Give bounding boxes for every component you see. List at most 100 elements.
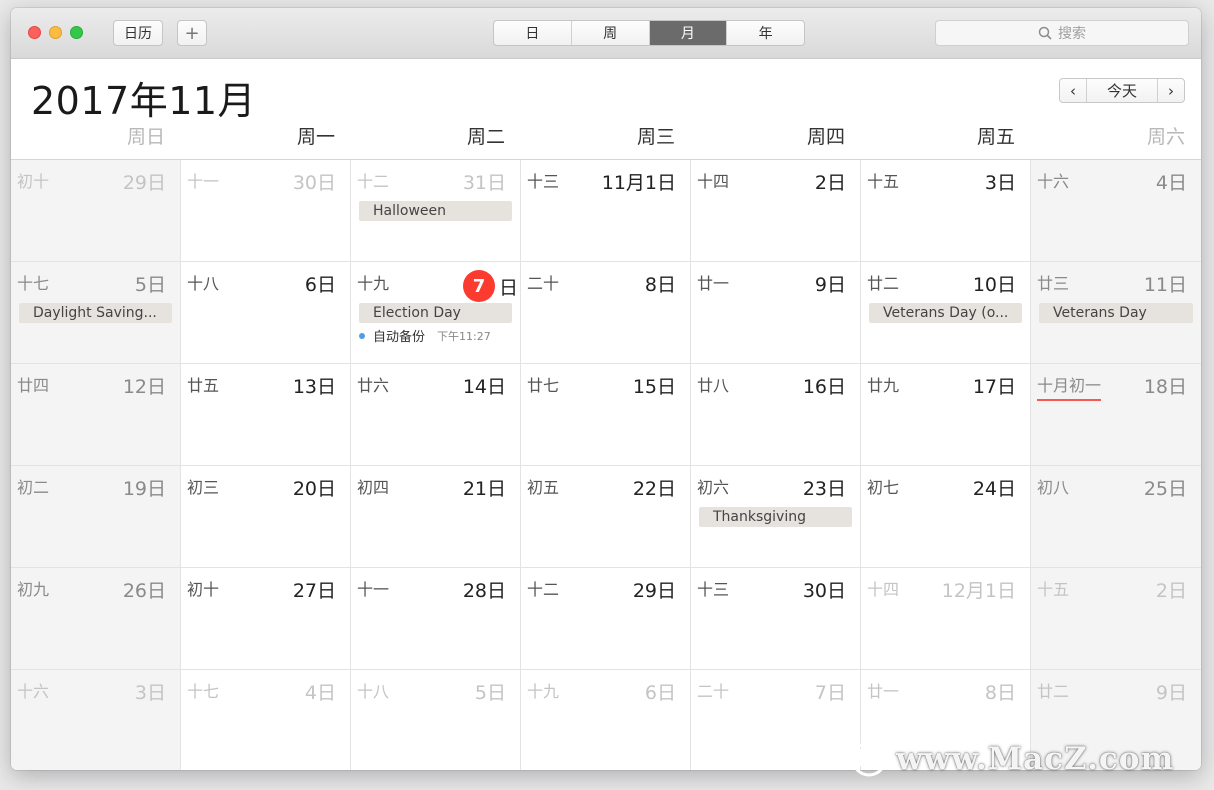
lunar-date: 初八	[1037, 478, 1070, 497]
previous-month-button[interactable]: ‹	[1060, 79, 1086, 102]
timed-event[interactable]: 自动备份 下午11:27	[359, 326, 491, 345]
lunar-date: 廿二	[1037, 682, 1070, 701]
lunar-date: 初二	[17, 478, 50, 497]
day-cell[interactable]: 十四 2日	[691, 160, 861, 262]
day-number: 14日	[462, 376, 506, 398]
day-number: 19日	[122, 478, 166, 500]
day-number: 22日	[632, 478, 676, 500]
lunar-date: 初三	[187, 478, 220, 497]
day-number: 25日	[1143, 478, 1187, 500]
day-cell[interactable]: 廿六 14日	[351, 364, 521, 466]
all-day-event[interactable]: Halloween	[359, 201, 512, 221]
day-cell[interactable]: 廿五 13日	[181, 364, 351, 466]
day-cell[interactable]: 廿七 15日	[521, 364, 691, 466]
calendars-button[interactable]: 日历	[113, 20, 163, 46]
day-number: 7日	[462, 270, 518, 302]
day-number: 29日	[122, 172, 166, 194]
day-cell[interactable]: 廿九 17日	[861, 364, 1031, 466]
day-cell[interactable]: 十月初一 18日	[1031, 364, 1201, 466]
day-cell[interactable]: 廿一 9日	[691, 262, 861, 364]
add-event-button[interactable]: +	[177, 20, 207, 46]
day-cell[interactable]: 十七 4日	[181, 670, 351, 770]
all-day-event[interactable]: Veterans Day	[1039, 303, 1193, 323]
day-cell[interactable]: 初十 27日	[181, 568, 351, 670]
day-cell[interactable]: 初七 24日	[861, 466, 1031, 568]
day-cell[interactable]: 十一 28日	[351, 568, 521, 670]
search-field[interactable]: 搜索	[935, 20, 1189, 46]
next-month-button[interactable]: ›	[1158, 79, 1184, 102]
day-cell[interactable]: 十五 3日	[861, 160, 1031, 262]
weekday-header: 周日 周一 周二 周三 周四 周五 周六	[11, 122, 1201, 158]
all-day-event[interactable]: Veterans Day (o...	[869, 303, 1022, 323]
day-cell[interactable]: 廿四 12日	[11, 364, 181, 466]
day-cell[interactable]: 十三 11月1日	[521, 160, 691, 262]
today-button[interactable]: 今天	[1086, 79, 1158, 102]
day-number: 15日	[632, 376, 676, 398]
lunar-date: 初六	[697, 478, 730, 497]
day-number: 9日	[1155, 682, 1187, 704]
day-cell[interactable]: 廿三 11日 Veterans Day	[1031, 262, 1201, 364]
day-cell[interactable]: 二十 8日	[521, 262, 691, 364]
lunar-date: 廿五	[187, 376, 220, 395]
macz-logo-icon	[851, 741, 887, 777]
day-cell[interactable]: 初四 21日	[351, 466, 521, 568]
lunar-date: 初九	[17, 580, 50, 599]
day-cell[interactable]: 初九 26日	[11, 568, 181, 670]
day-number: 24日	[972, 478, 1016, 500]
day-cell[interactable]: 十六 4日	[1031, 160, 1201, 262]
minimize-window-button[interactable]	[49, 26, 62, 39]
day-number: 4日	[1155, 172, 1187, 194]
view-tab-2[interactable]: 月	[649, 21, 728, 45]
day-number: 4日	[304, 682, 336, 704]
day-cell[interactable]: 二十 7日	[691, 670, 861, 770]
day-cell[interactable]: 十七 5日 Daylight Saving...	[11, 262, 181, 364]
day-cell[interactable]: 十九 6日	[521, 670, 691, 770]
day-suffix: 日	[498, 276, 518, 299]
day-cell[interactable]: 初八 25日	[1031, 466, 1201, 568]
day-cell[interactable]: 十八 6日	[181, 262, 351, 364]
zoom-window-button[interactable]	[70, 26, 83, 39]
all-day-event[interactable]: Thanksgiving	[699, 507, 852, 527]
day-cell[interactable]: 初五 22日	[521, 466, 691, 568]
weekday-label: 周六	[1146, 126, 1185, 148]
day-number: 13日	[292, 376, 336, 398]
view-tab-1[interactable]: 周	[572, 21, 650, 45]
day-number: 2日	[814, 172, 846, 194]
lunar-date: 廿一	[867, 682, 900, 701]
day-number: 29日	[632, 580, 676, 602]
month-grid: 初十 29日 十一 30日 十二 31日 Halloween 十三 11月1日 十四 2日 十五 3日十…	[11, 159, 1201, 770]
view-tab-0[interactable]: 日	[494, 21, 572, 45]
day-number: 5日	[474, 682, 506, 704]
search-icon	[1038, 26, 1052, 40]
day-cell[interactable]: 初十 29日	[11, 160, 181, 262]
day-cell[interactable]: 十三 30日	[691, 568, 861, 670]
lunar-date: 十八	[357, 682, 390, 701]
day-number: 2日	[1155, 580, 1187, 602]
day-cell[interactable]: 十八 5日	[351, 670, 521, 770]
day-cell[interactable]: 初六 23日 Thanksgiving	[691, 466, 861, 568]
lunar-date: 初十	[187, 580, 220, 599]
day-cell[interactable]: 十二 31日 Halloween	[351, 160, 521, 262]
all-day-event[interactable]: Election Day	[359, 303, 512, 323]
day-number: 28日	[462, 580, 506, 602]
day-cell[interactable]: 廿二 10日 Veterans Day (o...	[861, 262, 1031, 364]
day-number: 18日	[1143, 376, 1187, 398]
day-cell[interactable]: 十九 7 日 Election Day 自动备份 下午11:27	[351, 262, 521, 364]
day-cell[interactable]: 初三 20日	[181, 466, 351, 568]
day-cell[interactable]: 十一 30日	[181, 160, 351, 262]
lunar-date: 初五	[527, 478, 560, 497]
view-tab-3[interactable]: 年	[727, 21, 804, 45]
day-cell[interactable]: 十六 3日	[11, 670, 181, 770]
watermark-text: www.MacZ.com	[896, 741, 1175, 777]
day-cell[interactable]: 廿八 16日	[691, 364, 861, 466]
day-cell[interactable]: 十五 2日	[1031, 568, 1201, 670]
day-number: 7日	[814, 682, 846, 704]
lunar-date: 廿六	[357, 376, 390, 395]
day-cell[interactable]: 十二 29日	[521, 568, 691, 670]
all-day-event[interactable]: Daylight Saving...	[19, 303, 172, 323]
day-cell[interactable]: 初二 19日	[11, 466, 181, 568]
day-number: 30日	[802, 580, 846, 602]
calendar-window: 日历 + 日周月年 搜索 2017年11月 ‹ 今天 › 周日 周一 周二 周三 周四周…	[11, 8, 1201, 770]
day-cell[interactable]: 十四 12月1日	[861, 568, 1031, 670]
close-window-button[interactable]	[28, 26, 41, 39]
